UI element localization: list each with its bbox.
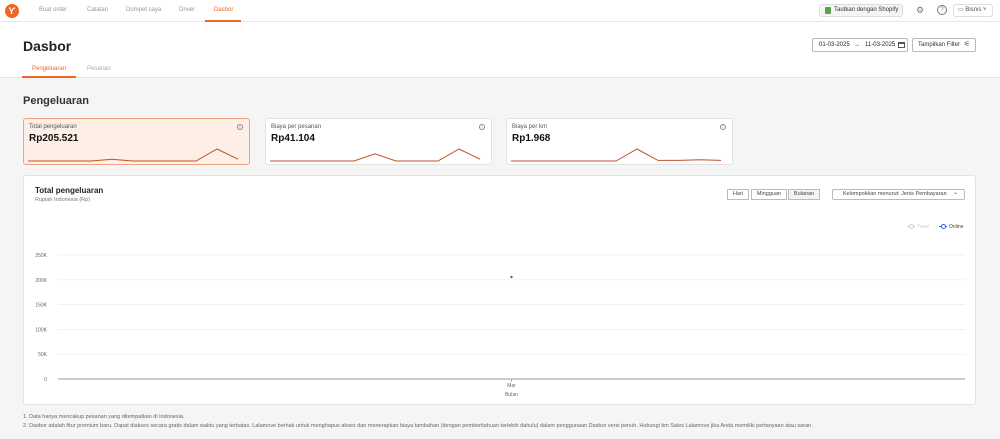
nav-item-catatan[interactable]: Catatan bbox=[87, 7, 108, 13]
shopify-link-button[interactable]: Tautkan dengan Shopify bbox=[819, 4, 903, 17]
y-tick-label: 150K bbox=[35, 303, 47, 309]
nav-item-dompet-saya[interactable]: Dompet saya bbox=[126, 7, 161, 13]
tab-pengeluaran[interactable]: Pengeluaran bbox=[32, 66, 66, 72]
sparkline bbox=[28, 148, 239, 162]
sparkline-path bbox=[511, 148, 722, 162]
section-title: Pengeluaran bbox=[23, 95, 90, 107]
metric-card-per-km[interactable]: Biaya per km Rp1.968 i bbox=[506, 118, 733, 165]
nav-item-buat-order[interactable]: Buat order bbox=[39, 7, 67, 13]
calendar-icon bbox=[898, 42, 905, 48]
date-range-picker[interactable]: 01-03-2025 → 11-03-2025 bbox=[812, 38, 908, 52]
sparkline bbox=[511, 148, 722, 162]
y-tick-label: 100K bbox=[35, 327, 47, 333]
footnote-1: 1. Data hanya mencakup pesanan yang dite… bbox=[23, 414, 185, 420]
lalamove-logo-icon[interactable]: ϒ bbox=[5, 4, 19, 18]
metric-value: Rp41.104 bbox=[271, 133, 315, 144]
info-icon[interactable]: i bbox=[237, 124, 243, 130]
metric-value: Rp1.968 bbox=[512, 133, 551, 144]
sparkline-path bbox=[28, 148, 239, 162]
tab-pesanan[interactable]: Pesanan bbox=[87, 66, 111, 72]
data-point-online[interactable] bbox=[510, 275, 513, 279]
footnote-2: 2. Dasbor adalah fitur premium baru. Dap… bbox=[23, 423, 813, 429]
show-filter-label: Tampilkan Filter bbox=[918, 42, 961, 48]
arrow-right-icon: → bbox=[854, 42, 860, 48]
nav-item-dasbor[interactable]: Dasbor bbox=[214, 7, 233, 13]
y-tick-label: 0 bbox=[44, 377, 47, 383]
y-tick-label: 50K bbox=[38, 352, 48, 358]
info-icon[interactable]: i bbox=[479, 124, 485, 130]
date-end: 11-03-2025 bbox=[865, 42, 896, 48]
sliders-icon: ⚟ bbox=[963, 41, 970, 48]
sparkline bbox=[270, 148, 481, 162]
nav-item-driver[interactable]: Driver bbox=[179, 7, 195, 13]
x-tick-label: Mar bbox=[507, 383, 516, 389]
show-filter-button[interactable]: Tampilkan Filter ⚟ bbox=[912, 38, 976, 52]
metric-label: Biaya per pesanan bbox=[271, 124, 322, 130]
total-spending-panel: Total pengeluaran Rupiah Indonesia (Rp) … bbox=[23, 175, 976, 405]
tab-active-indicator bbox=[22, 76, 76, 78]
chevron-down-icon: ˅ bbox=[981, 7, 987, 13]
shopify-bag-icon bbox=[825, 7, 831, 14]
settings-gear-icon[interactable]: ⚙ bbox=[915, 5, 925, 15]
page-title: Dasbor bbox=[23, 38, 72, 54]
date-start: 01-03-2025 bbox=[819, 42, 850, 48]
metric-label: Biaya per km bbox=[512, 124, 548, 130]
x-axis-label: Bulan bbox=[505, 392, 518, 398]
shopify-link-label: Tautkan dengan Shopify bbox=[834, 7, 899, 13]
business-label: Bisnis bbox=[965, 7, 982, 13]
info-icon[interactable]: i bbox=[720, 124, 726, 130]
business-account-button[interactable]: ▭ Bisnis ˅ bbox=[953, 4, 993, 17]
metric-card-total[interactable]: Total pengeluaran Rp205.521 i bbox=[23, 118, 250, 165]
metric-label: Total pengeluaran bbox=[29, 124, 77, 130]
metric-card-per-order[interactable]: Biaya per pesanan Rp41.104 i bbox=[265, 118, 492, 165]
chart-plot: 0 50K 100K 150K 200K 250K Mar Bulan bbox=[35, 253, 965, 398]
sparkline-path bbox=[270, 148, 481, 162]
help-icon[interactable]: ? bbox=[937, 5, 947, 15]
top-navigation-bar: ϒ Buat order Catatan Dompet saya Driver … bbox=[0, 0, 1000, 22]
metric-value: Rp205.521 bbox=[29, 133, 79, 144]
y-tick-label: 250K bbox=[35, 253, 47, 259]
y-tick-label: 200K bbox=[35, 278, 47, 284]
